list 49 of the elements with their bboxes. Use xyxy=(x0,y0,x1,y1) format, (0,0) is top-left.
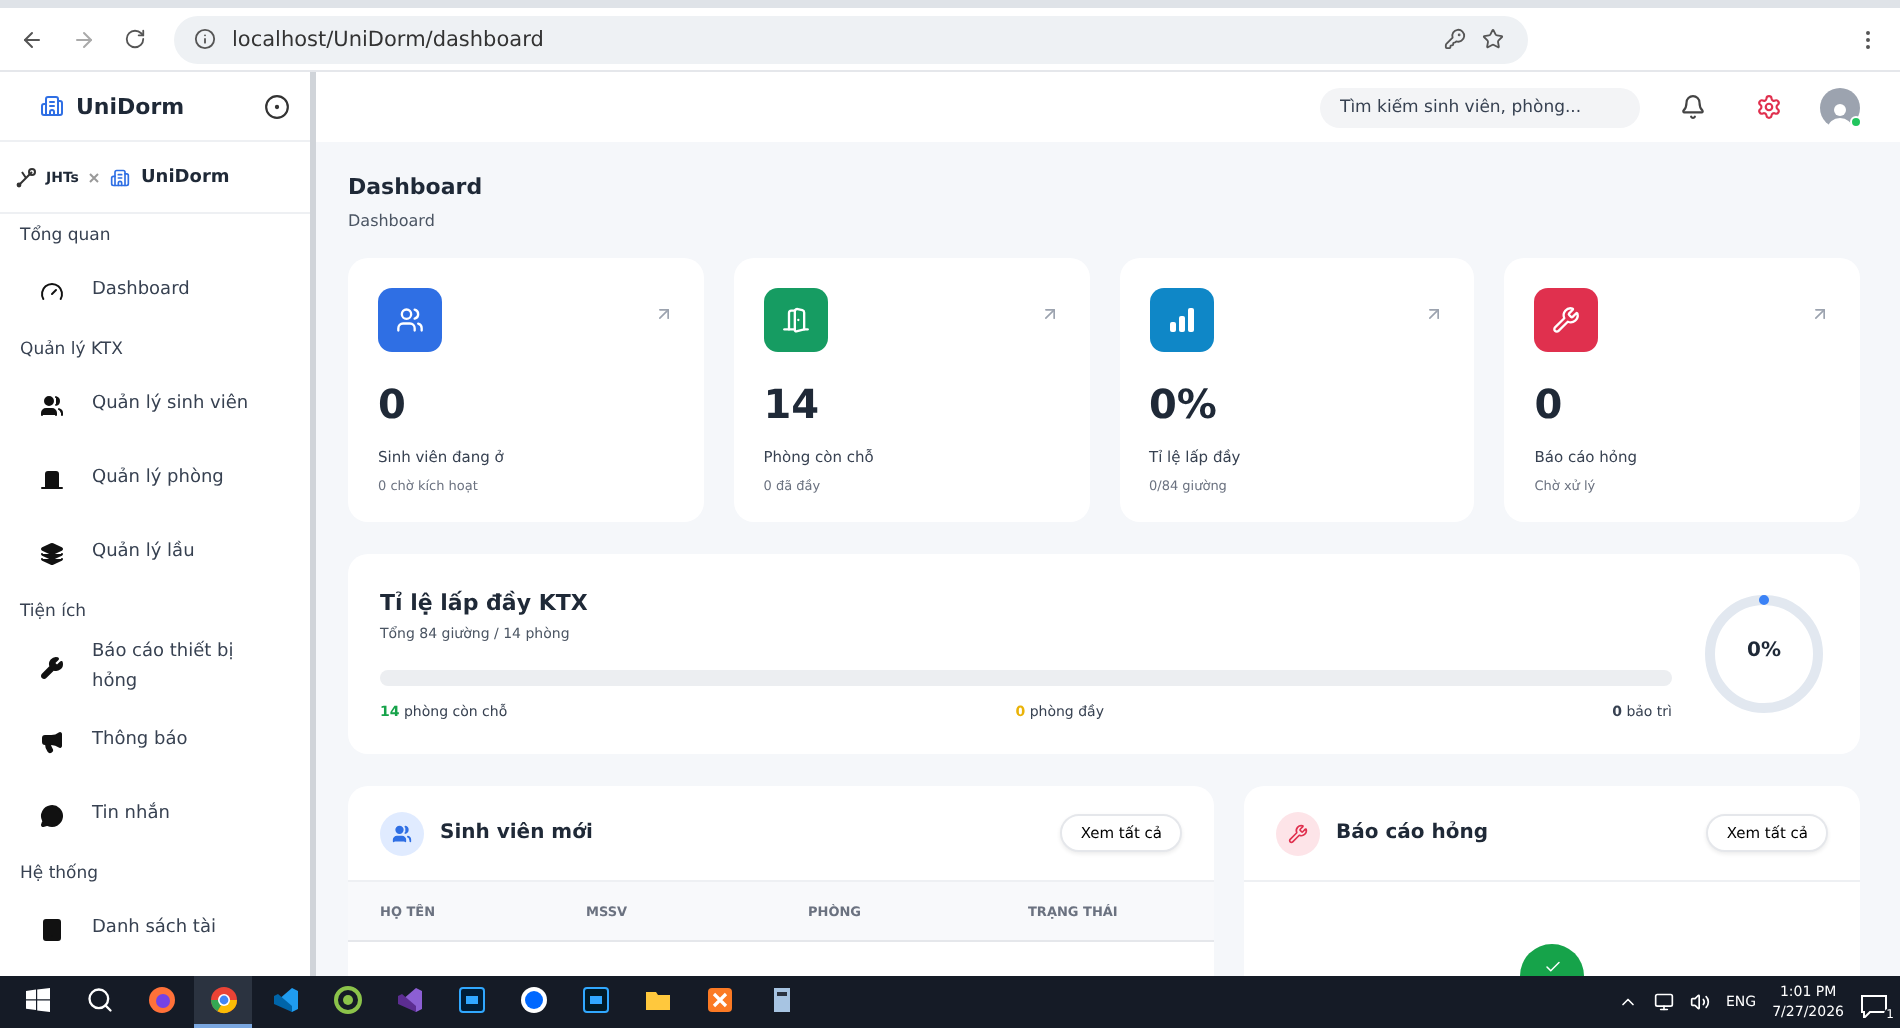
nav-item[interactable]: Quản lý sinh viên xyxy=(0,368,310,442)
section-title: Hệ thống xyxy=(18,861,101,888)
url-text: localhost/UniDorm/dashboard xyxy=(232,27,546,51)
nav-item[interactable]: Danh sách tài xyxy=(0,892,310,966)
speaker-icon[interactable] xyxy=(1690,992,1710,1012)
stat-value: 0% xyxy=(1149,380,1219,428)
nav-item[interactable]: Báo cáo thiết bị hỏng xyxy=(0,630,310,704)
star-icon[interactable] xyxy=(1482,28,1504,50)
search-field[interactable]: Tìm kiếm sinh viên, phòng... xyxy=(1320,87,1640,127)
nav-item[interactable]: Tin nhắn xyxy=(0,778,310,852)
address-bar[interactable]: localhost/UniDorm/dashboard xyxy=(174,15,1528,63)
brand-name: UniDorm xyxy=(140,167,232,187)
stat-value: 0 xyxy=(378,380,408,428)
wrench-icon xyxy=(40,655,64,679)
stat-value: 0 xyxy=(1534,380,1565,428)
breadcrumb: Dashboard xyxy=(348,212,437,230)
chat-icon xyxy=(40,803,64,827)
users-icon xyxy=(380,811,424,855)
toggle-icon[interactable] xyxy=(264,93,290,119)
chrome-icon[interactable] xyxy=(194,976,252,1028)
nav-item[interactable]: Quản lý lầu xyxy=(0,516,310,590)
nav-item[interactable]: Quản lý phòng xyxy=(0,442,310,516)
phone-icon xyxy=(40,917,64,941)
wrench-icon xyxy=(1276,811,1320,855)
section-title: Tiện ích xyxy=(18,600,89,626)
brand-name: UniDorm xyxy=(76,93,187,119)
panel-title: Sinh viên mới xyxy=(440,822,595,844)
layers-icon xyxy=(40,541,64,565)
reload-icon[interactable] xyxy=(124,28,146,50)
info-icon[interactable] xyxy=(194,28,216,50)
nav-item[interactable]: Dashboard xyxy=(0,254,310,328)
building-icon xyxy=(40,94,64,118)
megaphone-icon xyxy=(40,729,64,753)
panel-title: Báo cáo hỏng xyxy=(1336,822,1491,844)
section-title: Quản lý KTX xyxy=(18,338,125,364)
bell-icon xyxy=(1679,94,1705,120)
times-icon xyxy=(88,171,101,183)
gauge-icon xyxy=(40,279,64,303)
building-icon xyxy=(110,167,131,187)
nav-item[interactable]: Thông báo xyxy=(0,704,310,778)
gear-icon xyxy=(1755,94,1781,120)
stat-value: 14 xyxy=(763,380,822,428)
card-title: Tỉ lệ lấp đầy KTX xyxy=(380,589,590,615)
users-icon xyxy=(40,393,64,417)
back-icon[interactable] xyxy=(20,27,44,51)
page-title: Dashboard xyxy=(348,174,485,200)
section-title: Tổng quan xyxy=(18,223,113,250)
key-icon[interactable] xyxy=(1444,28,1466,50)
ring-reading: 0% xyxy=(1745,640,1783,662)
